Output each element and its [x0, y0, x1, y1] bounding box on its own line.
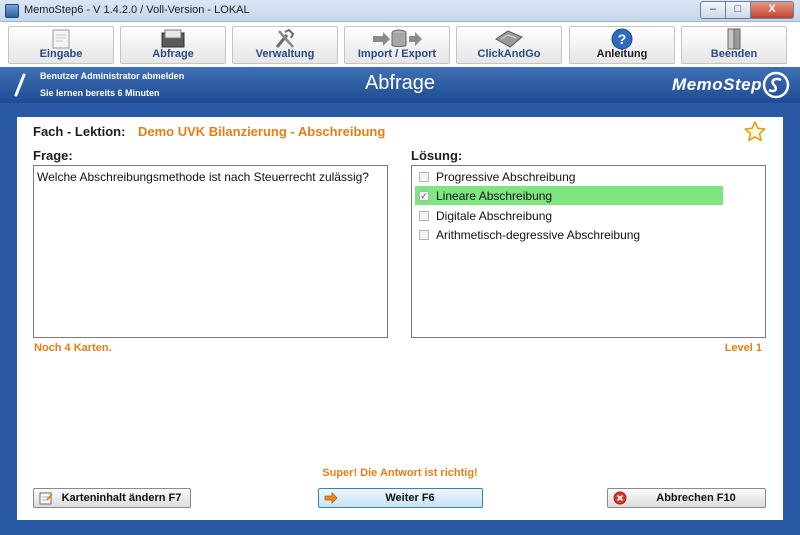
- toolbar-anleitung-label: Anleitung: [596, 48, 648, 60]
- memostep-logo: MemoStep: [672, 71, 790, 99]
- toolbar-abfrage-label: Abfrage: [152, 48, 194, 60]
- toolbar-clickandgo-label: ClickAndGo: [477, 48, 541, 60]
- option-label: Digitale Abschreibung: [436, 208, 553, 223]
- click-and-go-icon: [457, 28, 561, 50]
- window-titlebar: MemoStep6 - V 1.4.2.0 / Voll-Version - L…: [0, 0, 800, 22]
- notepad-icon: [9, 28, 113, 50]
- solution-list: Progressive Abschreibung ✓ Lineare Absch…: [411, 165, 766, 338]
- minimize-button[interactable]: –: [700, 1, 726, 19]
- star-icon[interactable]: [743, 120, 767, 144]
- toolbar-eingabe-button[interactable]: Eingabe: [8, 26, 114, 64]
- logo-text: MemoStep: [672, 75, 762, 94]
- option-checkbox[interactable]: [419, 210, 429, 221]
- question-textbox[interactable]: Welche Abschreibungsmethode ist nach Ste…: [33, 165, 388, 338]
- solution-option[interactable]: Arithmetisch-degressive Abschreibung: [415, 225, 723, 244]
- edit-card-button[interactable]: Karteninhalt ändern F7: [33, 488, 191, 508]
- toolbar-import-export-button[interactable]: Import / Export: [344, 26, 450, 64]
- solution-option[interactable]: Progressive Abschreibung: [415, 167, 723, 186]
- option-label: Lineare Abschreibung: [436, 188, 553, 203]
- solution-option-correct[interactable]: ✓ Lineare Abschreibung: [415, 186, 723, 205]
- toolbar-abfrage-button[interactable]: Abfrage: [120, 26, 226, 64]
- next-button[interactable]: Weiter F6: [318, 488, 483, 508]
- maximize-button[interactable]: □: [726, 1, 751, 19]
- level-text: Level 1: [724, 342, 762, 354]
- edit-card-label: Karteninhalt ändern F7: [61, 492, 182, 504]
- toolbar-beenden-button[interactable]: Beenden: [681, 26, 787, 64]
- card-box-icon: [121, 28, 225, 50]
- answer-feedback-text: Super! Die Antwort ist richtig!: [322, 467, 478, 479]
- window-title: MemoStep6 - V 1.4.2.0 / Voll-Version - L…: [24, 4, 250, 16]
- toolbar-eingabe-label: Eingabe: [39, 48, 83, 60]
- toolbar-verwaltung-label: Verwaltung: [255, 48, 315, 60]
- option-checkbox[interactable]: [419, 171, 429, 182]
- help-icon: ?: [570, 28, 674, 50]
- option-checkbox-checked[interactable]: ✓: [419, 190, 429, 201]
- main-toolbar: Eingabe Abfrage Verwaltung Import / Expo…: [0, 22, 800, 67]
- query-panel: Fach - Lektion: Demo UVK Bilanzierung - …: [17, 117, 783, 520]
- tools-icon: [233, 28, 337, 50]
- toolbar-verwaltung-button[interactable]: Verwaltung: [232, 26, 338, 64]
- lesson-value: Demo UVK Bilanzierung - Abschreibung: [138, 124, 386, 139]
- edit-card-icon: [39, 491, 53, 505]
- close-button[interactable]: X: [751, 1, 794, 19]
- logo-swirl-icon: [762, 71, 790, 99]
- toolbar-anleitung-button[interactable]: ? Anleitung: [569, 26, 675, 64]
- option-label: Arithmetisch-degressive Abschreibung: [436, 227, 641, 242]
- svg-text:?: ?: [618, 31, 627, 47]
- question-label: Frage:: [33, 148, 73, 163]
- main-frame: Fach - Lektion: Demo UVK Bilanzierung - …: [0, 103, 800, 535]
- option-label: Progressive Abschreibung: [436, 169, 576, 184]
- exit-door-icon: [682, 28, 786, 50]
- toolbar-clickandgo-button[interactable]: ClickAndGo: [456, 26, 562, 64]
- solution-label: Lösung:: [411, 148, 463, 163]
- page-header: Benutzer Administrator abmelden Sie lern…: [0, 67, 800, 103]
- cancel-label: Abbrechen F10: [656, 492, 736, 504]
- toolbar-import-export-label: Import / Export: [357, 48, 437, 60]
- app-icon: [5, 4, 19, 18]
- cards-remaining-text: Noch 4 Karten.: [34, 342, 112, 354]
- cancel-icon: [613, 491, 627, 505]
- cancel-button[interactable]: Abbrechen F10: [607, 488, 766, 508]
- option-checkbox[interactable]: [419, 229, 429, 240]
- window-controls: – □ X: [700, 1, 794, 19]
- database-transfer-icon: [345, 28, 449, 50]
- question-text: Welche Abschreibungsmethode ist nach Ste…: [37, 170, 369, 184]
- solution-option[interactable]: Digitale Abschreibung: [415, 206, 723, 225]
- arrow-right-icon: [324, 491, 338, 505]
- next-label: Weiter F6: [385, 492, 435, 504]
- toolbar-beenden-label: Beenden: [710, 48, 758, 60]
- lesson-label: Fach - Lektion:: [33, 124, 126, 139]
